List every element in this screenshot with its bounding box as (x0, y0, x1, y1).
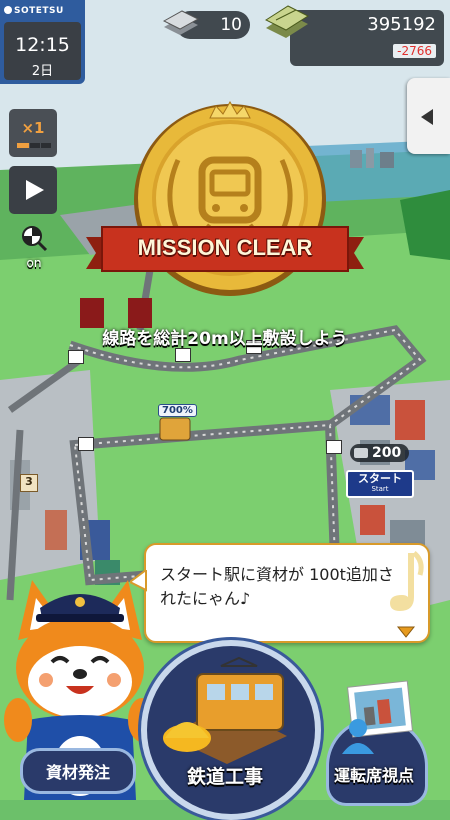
speed-button[interactable]: ×1 (9, 109, 57, 157)
play-icon (26, 180, 44, 200)
game-time: 12:15 (15, 34, 70, 56)
flag-pin-icon (22, 226, 48, 252)
mission-clear-banner: MISSION CLEAR (86, 223, 364, 279)
rail-stack-icon (354, 448, 368, 458)
mission-objective: 線路を総計20m以上敷設しよう (102, 329, 348, 349)
brand-logo: SOTETSU (4, 6, 64, 16)
game-day: 2日 (31, 64, 54, 79)
money-delta: -2766 (393, 44, 436, 58)
dialog-bubble[interactable]: スタート駅に資材が 100t追加されたにゃん♪ (144, 543, 430, 643)
money-panel: 395192 -2766 (264, 5, 444, 66)
flag-marker[interactable] (175, 348, 191, 362)
station-cargo-amount: 200 (350, 444, 410, 462)
rail-stack-icon (162, 10, 200, 35)
view-toggle[interactable]: on (12, 224, 56, 272)
clock-panel: SOTETSU 12:15 2日 (0, 0, 85, 84)
play-button[interactable] (9, 166, 57, 214)
cash-stack-icon (264, 5, 310, 38)
railway-construction-button[interactable]: 鉄道工事 (141, 640, 321, 820)
triangle-left-icon (421, 109, 433, 125)
person-icon (342, 719, 374, 754)
start-station-sign[interactable]: スタート Start (346, 470, 414, 498)
train-construction-icon (163, 656, 287, 764)
material-order-button[interactable]: 資材発注 (20, 748, 136, 794)
station-sign-sublabel: Start (371, 485, 389, 493)
cab-view-button[interactable]: 運転席視点 (316, 680, 432, 806)
next-arrow-icon[interactable] (396, 625, 416, 639)
side-panel-toggle[interactable] (407, 78, 450, 154)
flag-marker[interactable] (326, 440, 342, 454)
dialog-message: スタート駅に資材が 100t追加されたにゃん♪ (160, 565, 394, 608)
train-load-badge: 700% (158, 404, 197, 417)
station-sign-label: スタート (358, 472, 402, 485)
brand-mark-icon (4, 6, 12, 14)
crate-number: 3 (20, 474, 38, 492)
flag-marker[interactable] (68, 350, 84, 364)
speed-level-bar (17, 143, 29, 148)
rails-counter: 10 (162, 10, 250, 39)
flag-marker[interactable] (78, 437, 94, 451)
